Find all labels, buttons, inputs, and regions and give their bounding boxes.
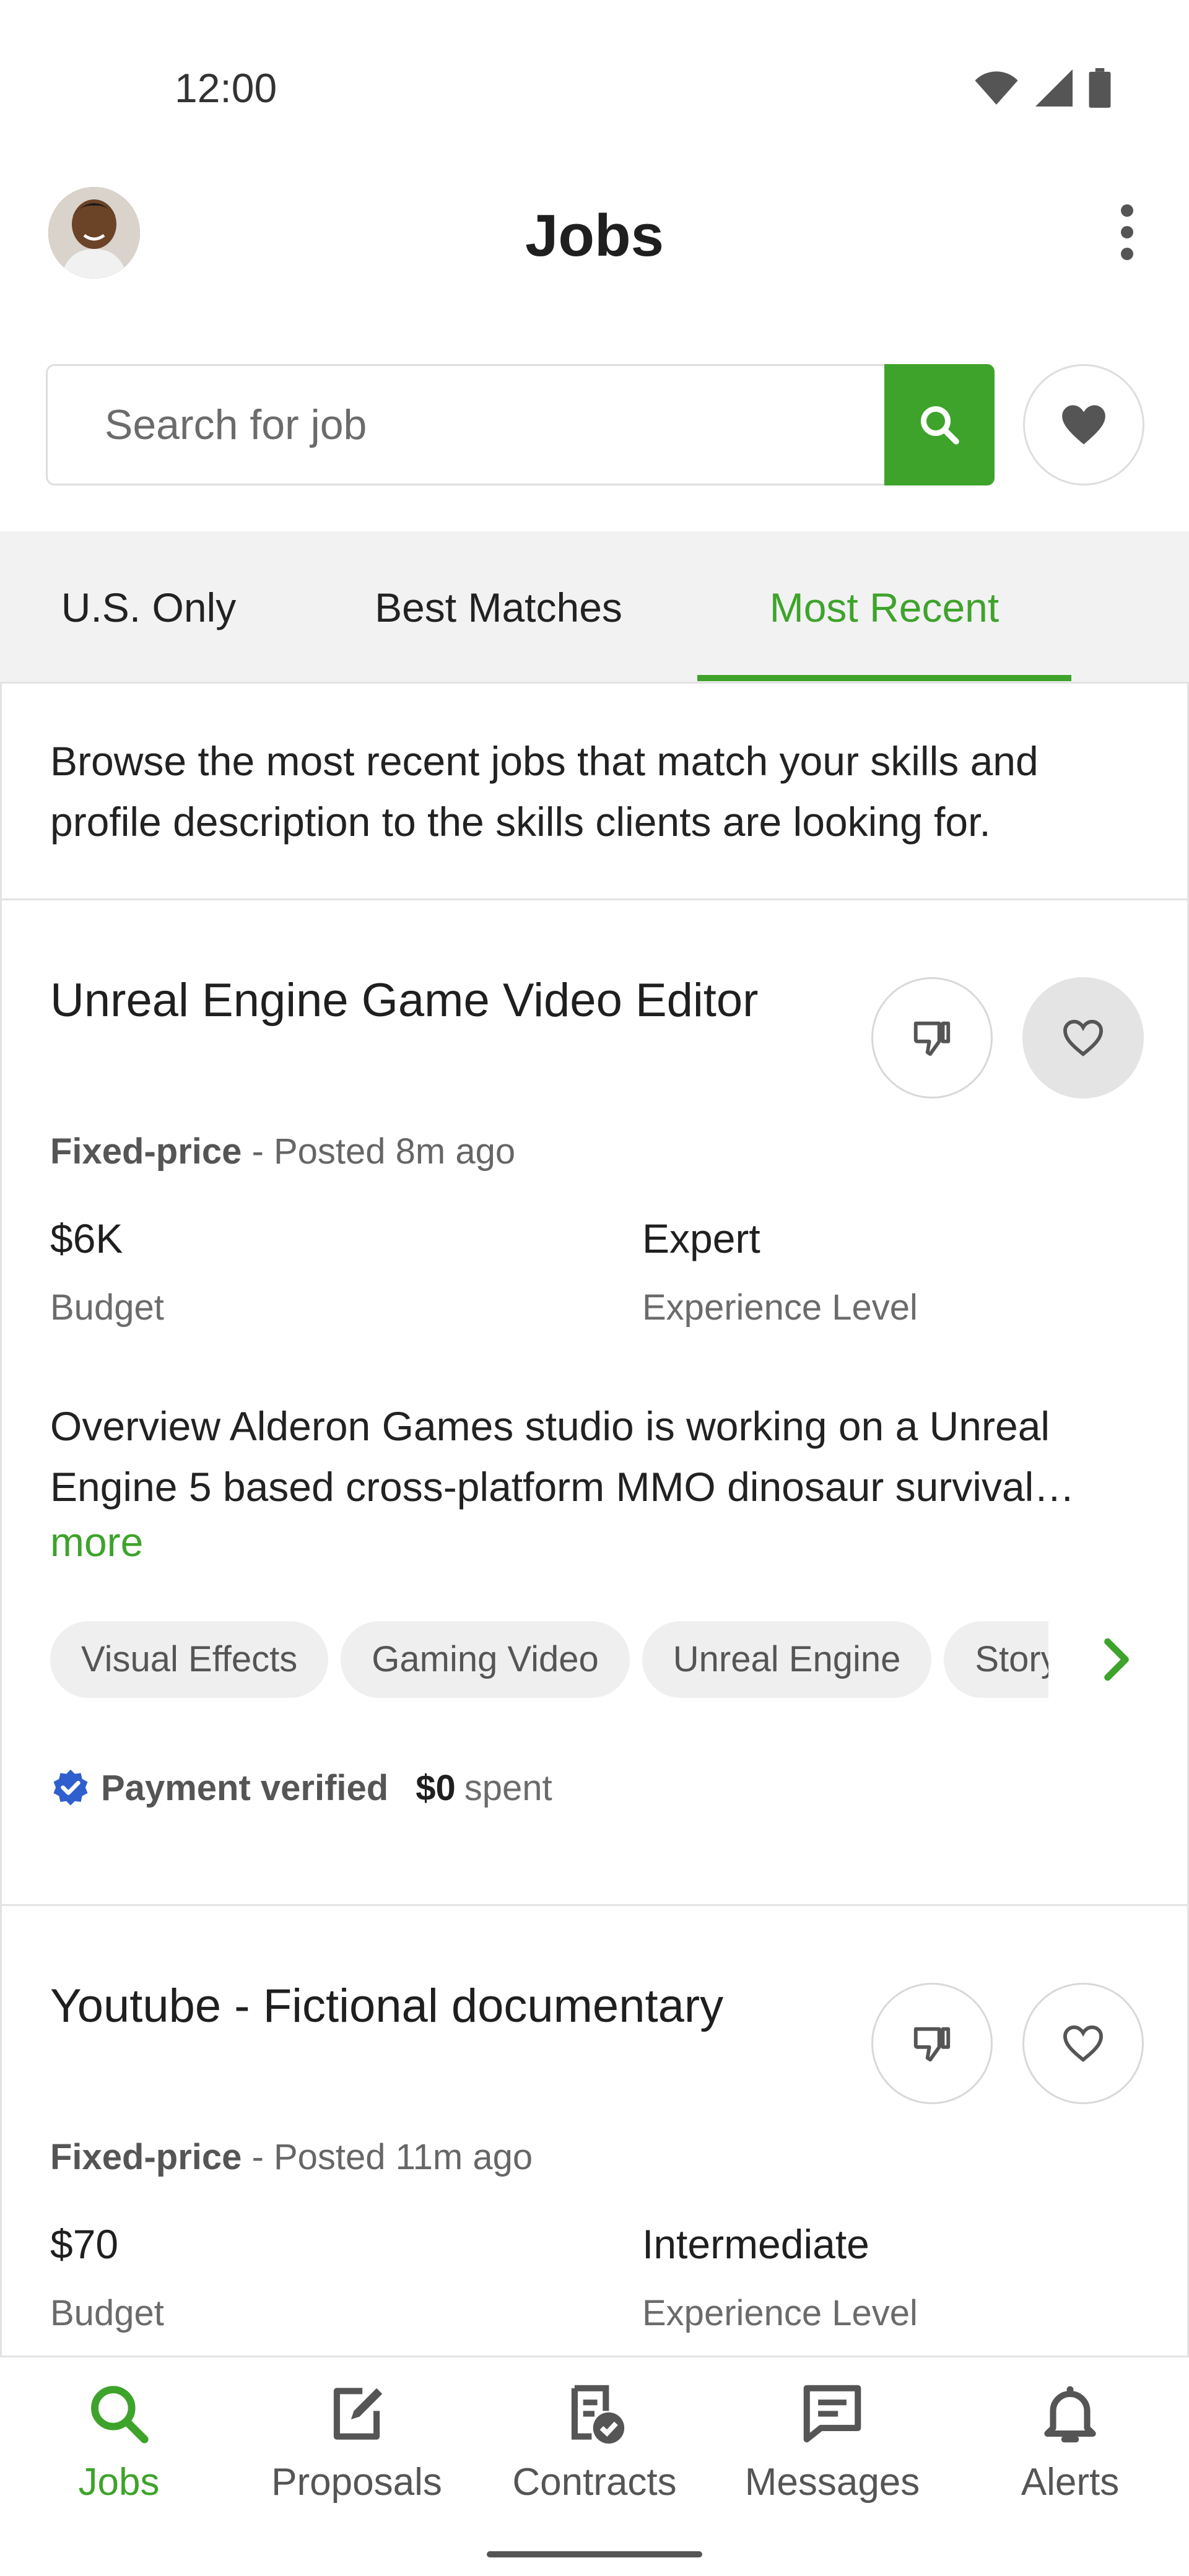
bell-icon xyxy=(1044,2386,1096,2443)
nav-label: Contracts xyxy=(512,2461,677,2504)
heart-outline-icon xyxy=(1063,2025,1104,2062)
battery-icon xyxy=(1089,68,1111,108)
save-job-button[interactable] xyxy=(1022,977,1144,1099)
experience-stat: Intermediate Experience Level xyxy=(642,2221,918,2334)
budget-value: $70 xyxy=(50,2221,119,2267)
signal-icon xyxy=(1035,69,1073,107)
skill-chip[interactable]: Gaming Video xyxy=(341,1621,630,1698)
dislike-button[interactable] xyxy=(871,977,993,1099)
thumbs-down-icon xyxy=(913,1021,951,1056)
nav-label: Alerts xyxy=(1021,2461,1120,2504)
saved-jobs-button[interactable] xyxy=(1023,364,1144,485)
chevron-right-icon xyxy=(1104,1638,1129,1681)
budget-stat: $6K Budget xyxy=(50,1215,164,1328)
experience-label: Experience Level xyxy=(642,1287,918,1328)
skill-chip[interactable]: Visual Effects xyxy=(50,1621,329,1698)
more-options-icon[interactable] xyxy=(1115,204,1139,260)
contract-check-icon xyxy=(571,2385,625,2444)
bottom-nav: Jobs Proposals Contracts Messages Alerts xyxy=(0,2356,1189,2576)
payment-verified-label: Payment verified xyxy=(101,1768,389,1808)
heart-filled-icon xyxy=(1062,405,1105,445)
verified-badge-icon xyxy=(53,1769,88,1805)
nav-contracts[interactable]: Contracts xyxy=(476,2380,713,2504)
search-input[interactable] xyxy=(46,364,886,485)
tab-most-recent[interactable]: Most Recent xyxy=(697,531,1071,684)
tab-best-matches[interactable]: Best Matches xyxy=(334,531,663,684)
search-button[interactable] xyxy=(884,364,995,485)
status-time: 12:00 xyxy=(175,65,277,111)
intro-section: Browse the most recent jobs that match y… xyxy=(0,684,1189,900)
search-icon xyxy=(91,2386,149,2443)
nav-label: Jobs xyxy=(78,2461,160,2504)
posted-time: - Posted 11m ago xyxy=(251,2137,533,2177)
experience-label: Experience Level xyxy=(642,2293,918,2333)
nav-jobs[interactable]: Jobs xyxy=(0,2380,238,2504)
edit-document-icon xyxy=(333,2388,383,2440)
tab-us-only[interactable]: U.S. Only xyxy=(43,531,254,684)
dislike-button[interactable] xyxy=(871,1983,993,2104)
more-link[interactable]: more xyxy=(50,1518,143,1565)
job-type: Fixed-price xyxy=(50,2137,242,2177)
app-bar: Jobs xyxy=(0,180,1189,297)
spent-label: spent xyxy=(464,1768,552,1808)
job-tabs: U.S. Only Best Matches Most Recent xyxy=(0,531,1189,684)
job-meta: Fixed-price - Posted 11m ago xyxy=(50,2136,533,2178)
nav-alerts[interactable]: Alerts xyxy=(951,2380,1189,2504)
page-title: Jobs xyxy=(525,202,664,269)
budget-stat: $70 Budget xyxy=(50,2221,164,2334)
status-bar: 12:00 xyxy=(0,0,1189,180)
search-icon xyxy=(921,406,959,445)
nav-label: Messages xyxy=(744,2461,920,2504)
skill-chip[interactable]: Storyboarding xyxy=(944,1621,1048,1698)
active-tab-indicator xyxy=(697,675,1071,681)
home-indicator[interactable] xyxy=(487,2551,702,2557)
thumbs-down-icon xyxy=(913,2027,951,2062)
job-title[interactable]: Youtube - Fictional documentary xyxy=(50,1979,723,2033)
job-meta: Fixed-price - Posted 8m ago xyxy=(50,1131,515,1172)
client-info: Payment verified $0 spent xyxy=(50,1767,552,1809)
intro-text: Browse the most recent jobs that match y… xyxy=(50,738,1039,845)
job-description: Overview Alderon Games studio is working… xyxy=(50,1403,1075,1510)
status-icons xyxy=(973,68,1111,108)
budget-label: Budget xyxy=(50,1287,164,1328)
skill-chip[interactable]: Unreal Engine xyxy=(642,1621,932,1698)
message-icon xyxy=(803,2385,861,2443)
spent-amount: $0 xyxy=(416,1768,456,1808)
save-job-button[interactable] xyxy=(1022,1983,1144,2104)
experience-value: Expert xyxy=(642,1216,760,1261)
experience-value: Intermediate xyxy=(642,2221,869,2267)
nav-proposals[interactable]: Proposals xyxy=(238,2380,476,2504)
wifi-icon xyxy=(975,71,1018,105)
nav-label: Proposals xyxy=(271,2461,442,2504)
job-card[interactable]: Unreal Engine Game Video Editor Fixed-pr… xyxy=(0,900,1189,1906)
nav-messages[interactable]: Messages xyxy=(713,2380,951,2504)
heart-outline-icon xyxy=(1063,1019,1104,1056)
experience-stat: Expert Experience Level xyxy=(642,1215,918,1328)
budget-value: $6K xyxy=(50,1216,123,1261)
job-type: Fixed-price xyxy=(50,1131,242,1172)
skills-list[interactable]: Visual Effects Gaming Video Unreal Engine S… xyxy=(50,1621,1048,1698)
posted-time: - Posted 8m ago xyxy=(251,1131,516,1172)
budget-label: Budget xyxy=(50,2293,164,2333)
search-row xyxy=(46,364,1144,485)
skills-scroll-right[interactable] xyxy=(1102,1637,1131,1685)
job-title[interactable]: Unreal Engine Game Video Editor xyxy=(50,973,759,1027)
